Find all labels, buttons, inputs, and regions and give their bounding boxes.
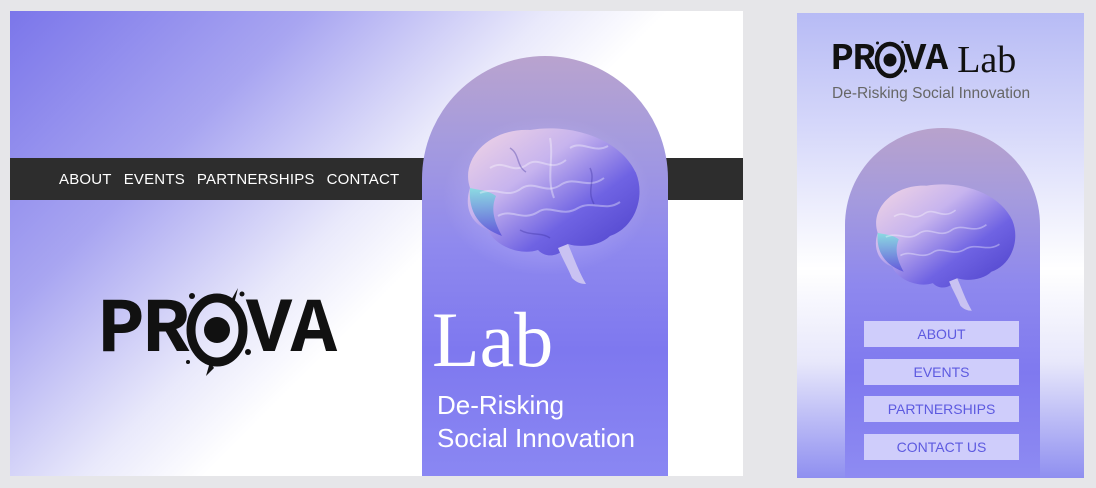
mobile-button-partnerships[interactable]: PARTNERSHIPS — [864, 396, 1019, 422]
mobile-hero-arch — [845, 128, 1040, 478]
brain-icon — [467, 128, 640, 284]
tagline-line-1: De-Risking — [437, 390, 565, 420]
logo-prefix: PR — [98, 287, 190, 375]
nav-about[interactable]: ABOUT — [59, 171, 112, 188]
nav-partnerships[interactable]: PARTNERSHIPS — [197, 171, 315, 188]
brain-icon — [875, 184, 1016, 311]
mobile-button-events[interactable]: EVENTS — [864, 359, 1019, 385]
hero-tagline: De-Risking Social Innovation — [437, 389, 635, 455]
mobile-logo-lab: Lab — [957, 39, 1017, 81]
mobile-logo-o: O — [874, 40, 907, 79]
nav-events[interactable]: EVENTS — [124, 171, 185, 188]
logo-prova: PR O VA — [98, 287, 338, 376]
mobile-logo-prefix: PR — [831, 38, 876, 81]
logo-lab: Lab — [432, 296, 554, 383]
mobile-preview: PR O VA Lab De-Risking Social Innovation — [797, 13, 1084, 478]
ink-splatter-icon — [185, 288, 251, 376]
mobile-button-contact-us[interactable]: CONTACT US — [864, 434, 1019, 460]
desktop-preview: ABOUT EVENTS PARTNERSHIPS CONTACT PR VA … — [10, 11, 743, 476]
mobile-subtitle: De-Risking Social Innovation — [832, 85, 1031, 102]
mobile-logo: PR O VA Lab — [831, 38, 1017, 81]
mobile-button-about[interactable]: ABOUT — [864, 321, 1019, 347]
mobile-logo-suffix: VA — [903, 38, 949, 81]
tagline-line-2: Social Innovation — [437, 423, 636, 453]
logo-o: O — [185, 288, 251, 376]
nav-contact[interactable]: CONTACT — [327, 171, 400, 188]
ink-splatter-icon — [874, 40, 907, 79]
logo-suffix: VA — [245, 287, 338, 375]
nav-links: ABOUT EVENTS PARTNERSHIPS CONTACT — [59, 158, 399, 200]
